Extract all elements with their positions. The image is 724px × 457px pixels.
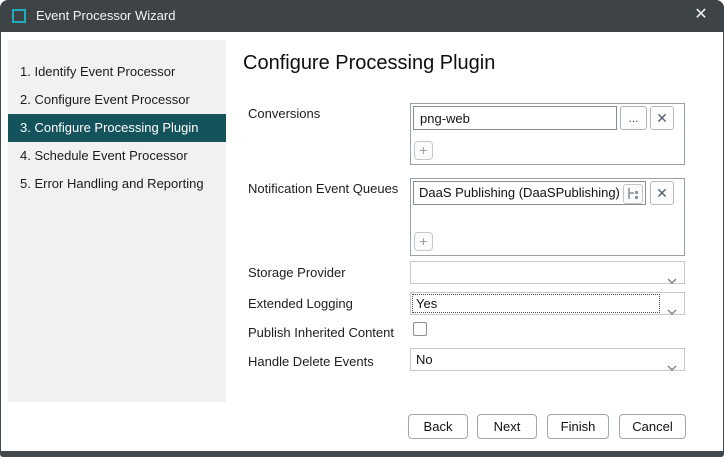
sidebar-item-identify-event-processor[interactable]: 1. Identify Event Processor bbox=[8, 58, 226, 86]
extended-logging-value: Yes bbox=[416, 296, 437, 311]
clear-icon: ✕ bbox=[656, 186, 668, 200]
page-title: Configure Processing Plugin bbox=[243, 52, 495, 75]
clear-icon: ✕ bbox=[656, 111, 668, 125]
conversions-remove-button[interactable]: ✕ bbox=[650, 106, 674, 130]
conversions-groupbox: ... ✕ + bbox=[410, 103, 685, 165]
notification-event-queues-label: Notification Event Queues bbox=[248, 181, 398, 196]
cancel-button[interactable]: Cancel bbox=[619, 414, 686, 439]
wizard-steps-sidebar: 1. Identify Event Processor 2. Configure… bbox=[8, 40, 226, 402]
titlebar: Event Processor Wizard ✕ bbox=[0, 0, 724, 32]
conversions-label: Conversions bbox=[248, 106, 320, 121]
conversions-input[interactable] bbox=[413, 106, 617, 130]
chevron-down-icon bbox=[667, 301, 677, 322]
event-processor-wizard-window: Event Processor Wizard ✕ 1. Identify Eve… bbox=[0, 0, 724, 457]
handle-delete-events-select[interactable]: No bbox=[410, 348, 685, 371]
publish-inherited-content-label: Publish Inherited Content bbox=[248, 325, 394, 340]
window-body: 1. Identify Event Processor 2. Configure… bbox=[1, 32, 723, 451]
handle-delete-events-label: Handle Delete Events bbox=[248, 354, 374, 369]
notification-queue-remove-button[interactable]: ✕ bbox=[650, 181, 674, 205]
notification-event-queues-groupbox: DaaS Publishing (DaaSPublishing) ✕ + bbox=[410, 178, 685, 256]
extended-logging-label: Extended Logging bbox=[248, 296, 353, 311]
handle-delete-events-value: No bbox=[416, 352, 433, 367]
next-button[interactable]: Next bbox=[477, 414, 537, 439]
close-icon[interactable]: ✕ bbox=[678, 0, 724, 32]
focus-rectangle bbox=[412, 294, 660, 313]
conversions-add-button[interactable]: + bbox=[414, 141, 433, 160]
finish-button[interactable]: Finish bbox=[547, 414, 609, 439]
storage-provider-select[interactable] bbox=[410, 261, 685, 284]
chevron-down-icon bbox=[667, 357, 677, 378]
chevron-down-icon bbox=[667, 270, 677, 291]
notification-queue-field[interactable]: DaaS Publishing (DaaSPublishing) bbox=[413, 181, 646, 205]
back-button[interactable]: Back bbox=[408, 414, 468, 439]
notification-queue-add-button[interactable]: + bbox=[414, 232, 433, 251]
publish-inherited-content-checkbox[interactable] bbox=[413, 322, 427, 336]
sidebar-item-configure-processing-plugin[interactable]: 3. Configure Processing Plugin bbox=[8, 114, 226, 142]
notification-queue-value: DaaS Publishing (DaaSPublishing) bbox=[419, 185, 620, 200]
window-title: Event Processor Wizard bbox=[36, 0, 175, 32]
sidebar-item-configure-event-processor[interactable]: 2. Configure Event Processor bbox=[8, 86, 226, 114]
app-icon bbox=[12, 9, 26, 23]
browse-ellipsis-button[interactable]: ... bbox=[620, 106, 647, 130]
tree-picker-icon[interactable] bbox=[623, 184, 643, 204]
extended-logging-select[interactable]: Yes bbox=[410, 292, 685, 315]
sidebar-item-schedule-event-processor[interactable]: 4. Schedule Event Processor bbox=[8, 142, 226, 170]
sidebar-item-error-handling-and-reporting[interactable]: 5. Error Handling and Reporting bbox=[8, 170, 226, 198]
storage-provider-label: Storage Provider bbox=[248, 265, 346, 280]
